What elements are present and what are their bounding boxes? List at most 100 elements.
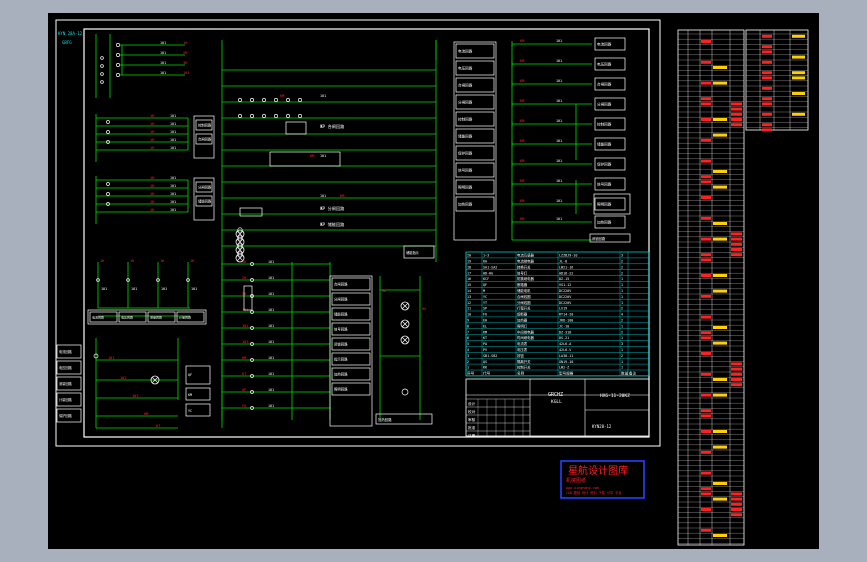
- terminal-red-mark: [762, 102, 772, 106]
- terminal-yellow-mark: [713, 237, 727, 241]
- wire-label: 101: [556, 179, 562, 183]
- function-box-label: 电流回路: [92, 315, 104, 320]
- table-cell: SP: [483, 307, 487, 311]
- wire-tag: 101: [108, 356, 115, 360]
- terminal-red-mark: [731, 248, 742, 251]
- drawing-number: HXG-11-20KZ: [600, 393, 630, 399]
- table-cell: 时间继电器: [517, 335, 535, 340]
- table-cell: LW2-Z: [559, 366, 569, 370]
- terminal-red-mark: [731, 242, 742, 246]
- wire-label: 101: [268, 388, 274, 392]
- function-box-label: 合闸回路: [334, 282, 348, 287]
- terminal-yellow-mark: [713, 445, 727, 449]
- terminal-red-mark: [731, 362, 742, 366]
- table-cell: 1: [621, 283, 623, 287]
- terminal-yellow-mark: [713, 378, 727, 381]
- terminal-red-mark: [731, 508, 742, 511]
- table-cell: 转换开关: [517, 264, 531, 269]
- table-cell: FU: [483, 313, 487, 317]
- function-box-label: 电流回路: [59, 349, 73, 354]
- table-cell: 10: [467, 313, 471, 317]
- function-box-label: 电压回路: [121, 315, 133, 320]
- table-cell: 11: [467, 307, 471, 311]
- terminal-yellow-mark: [713, 170, 727, 173]
- function-box-label: 保护回路: [458, 151, 473, 156]
- wire-label: ЖР 分闸回路: [320, 205, 345, 212]
- table-cell: 2: [467, 360, 469, 364]
- terminal-yellow-mark: [792, 112, 805, 116]
- terminal-red-mark: [701, 492, 711, 496]
- wire-tag: 1H: [160, 259, 164, 263]
- table-cell: 1: [621, 366, 623, 370]
- wire-label: 101: [170, 200, 176, 204]
- wire-label: 101: [268, 308, 274, 312]
- table-header-cell: 备注: [629, 371, 637, 376]
- terminal-red-mark: [762, 86, 772, 90]
- terminal-red-mark: [731, 492, 742, 496]
- terminal-red-mark: [701, 508, 711, 511]
- terminal-red-mark: [731, 497, 742, 501]
- wire-label: 101: [170, 122, 176, 126]
- terminal-red-mark: [701, 430, 711, 433]
- terminal-red-mark: [701, 471, 711, 475]
- wire-tag: 1H: [150, 114, 154, 118]
- table-cell: 1: [621, 324, 623, 328]
- wire-tag: 1H: [150, 192, 154, 196]
- table-cell: DS-21: [559, 336, 569, 340]
- wire-tag: 1H: [242, 260, 246, 264]
- wire-label: 101: [160, 61, 166, 65]
- terminal-yellow-mark: [713, 185, 727, 189]
- wire-label: 101: [320, 194, 326, 198]
- wire-tag: 1H: [150, 184, 154, 188]
- wire-label: 101: [268, 276, 274, 280]
- table-cell: 2: [621, 271, 623, 275]
- table-cell: LX19: [559, 307, 567, 311]
- wire-label: 101: [320, 154, 326, 158]
- wire-tag: 1H: [150, 200, 154, 204]
- table-cell: 14: [467, 289, 471, 293]
- table-cell: VS1-12: [559, 283, 571, 287]
- function-box-label: 照明回路: [597, 202, 612, 207]
- wire-label: 101: [161, 287, 167, 291]
- function-box-label: 保护回路: [59, 413, 73, 418]
- function-box-label: 合闸回路: [597, 82, 612, 87]
- wire-tag: 1H: [150, 122, 154, 126]
- terminal-yellow-mark: [713, 326, 727, 329]
- terminal-red-mark: [762, 97, 772, 101]
- wire-label: 101: [556, 59, 562, 63]
- terminal-red-mark: [762, 123, 772, 127]
- table-cell: KT: [483, 336, 487, 340]
- terminal-red-mark: [701, 40, 711, 43]
- terminal-red-mark: [701, 487, 711, 491]
- terminal-red-mark: [762, 34, 772, 38]
- wire-label: 101: [170, 184, 176, 188]
- wire-tag: 1H: [150, 146, 154, 150]
- table-cell: 1~3: [483, 254, 489, 258]
- function-box-label: 电流回路: [458, 49, 473, 54]
- stamp-title: 星航设计图库: [568, 464, 628, 477]
- table-cell: 1: [621, 348, 623, 352]
- terminal-yellow-mark: [713, 118, 727, 121]
- function-box-label: 计量回路: [59, 397, 73, 402]
- table-cell: JRD-100: [559, 319, 573, 323]
- table-cell: DZ-15: [559, 277, 569, 281]
- terminal-red-mark: [701, 274, 711, 277]
- function-box-label: 加热回路: [597, 220, 612, 225]
- title-row-label: 设计: [468, 401, 476, 406]
- table-cell: 控制开关: [517, 365, 531, 370]
- table-cell: PV: [483, 348, 487, 352]
- table-cell: 电流继电器: [517, 259, 535, 264]
- terminal-red-mark: [731, 367, 742, 371]
- wire-label: 101: [556, 79, 562, 83]
- table-cell: PA: [483, 342, 487, 346]
- function-box-label: 测量回路: [59, 381, 73, 386]
- table-cell: KCF: [483, 277, 489, 281]
- product-code: KYN28-12: [592, 424, 612, 429]
- terminal-red-mark: [701, 294, 711, 298]
- table-cell: 中间继电器: [517, 329, 535, 334]
- table-cell: 2: [621, 319, 623, 323]
- title-row-label: 批准: [468, 425, 476, 430]
- terminal-red-mark: [701, 118, 711, 121]
- wire-tag: 1H: [183, 41, 187, 45]
- wire-label: 101: [556, 159, 562, 163]
